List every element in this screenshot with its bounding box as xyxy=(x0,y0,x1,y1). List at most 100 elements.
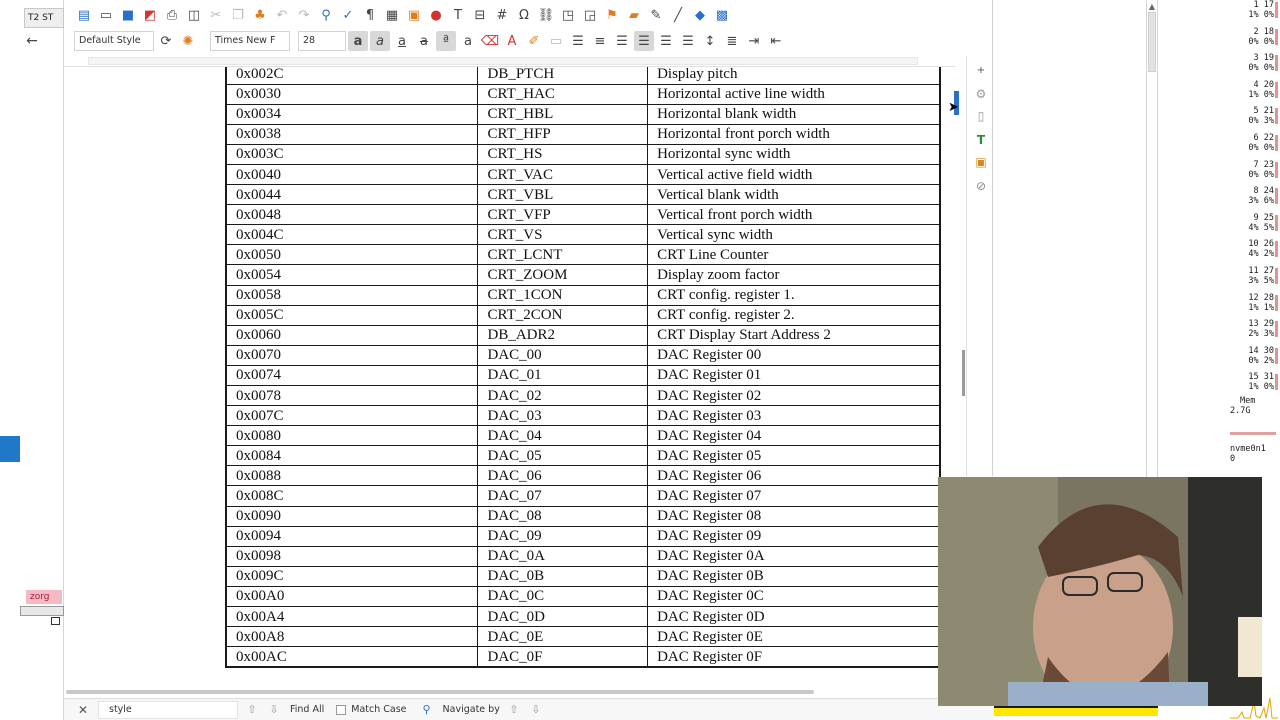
bold-icon[interactable]: a xyxy=(348,31,368,51)
register-name-cell[interactable]: DAC_08 xyxy=(477,506,649,527)
register-description-cell[interactable]: Display pitch xyxy=(647,67,942,85)
register-address-cell[interactable]: 0x0038 xyxy=(225,124,479,145)
register-description-cell[interactable]: DAC Register 00 xyxy=(647,345,942,366)
register-address-cell[interactable]: 0x0030 xyxy=(225,84,479,105)
register-address-cell[interactable]: 0x0078 xyxy=(225,385,479,407)
endnote-icon[interactable]: ◲ xyxy=(580,5,600,25)
clear-formatting-icon[interactable]: ⌫ xyxy=(480,31,500,51)
insert-field-icon[interactable]: # xyxy=(492,5,512,25)
register-address-cell[interactable]: 0x005C xyxy=(225,305,479,326)
register-description-cell[interactable]: DAC Register 0C xyxy=(647,586,942,608)
register-address-cell[interactable]: 0x007C xyxy=(225,405,479,427)
navigate-up-icon[interactable]: ⇧ xyxy=(506,703,522,716)
styles-icon[interactable]: T xyxy=(973,132,989,148)
register-address-cell[interactable]: 0x00A0 xyxy=(225,586,479,608)
gallery-icon[interactable]: ▣ xyxy=(973,154,989,170)
register-address-cell[interactable]: 0x00A4 xyxy=(225,606,479,628)
register-address-cell[interactable]: 0x00AC xyxy=(225,646,479,668)
numbered-list-icon[interactable]: ≡ xyxy=(590,31,610,51)
register-name-cell[interactable]: DAC_0D xyxy=(477,606,649,628)
find-replace-dialog-icon[interactable]: ⚲ xyxy=(419,703,435,716)
register-name-cell[interactable]: CRT_VAC xyxy=(477,164,649,186)
register-description-cell[interactable]: DAC Register 05 xyxy=(647,445,942,467)
footnote-icon[interactable]: ◳ xyxy=(558,5,578,25)
register-name-cell[interactable]: DAC_07 xyxy=(477,485,649,507)
character-shading-icon[interactable]: ▭ xyxy=(546,31,566,51)
register-name-cell[interactable]: DB_PTCH xyxy=(477,67,649,85)
register-description-cell[interactable]: DAC Register 03 xyxy=(647,405,942,427)
register-name-cell[interactable]: DAC_01 xyxy=(477,365,649,387)
register-address-cell[interactable]: 0x002C xyxy=(225,67,479,85)
comment-icon[interactable]: ▰ xyxy=(624,5,644,25)
cut-icon[interactable]: ✂ xyxy=(206,5,226,25)
decrease-indent-icon[interactable]: ⇤ xyxy=(766,31,786,51)
register-description-cell[interactable]: DAC Register 01 xyxy=(647,365,942,387)
find-replace-icon[interactable]: ⚲ xyxy=(316,5,336,25)
find-input[interactable]: style xyxy=(98,700,238,719)
register-name-cell[interactable]: CRT_HBL xyxy=(477,104,649,125)
register-address-cell[interactable]: 0x008C xyxy=(225,485,479,507)
terminal-scroll-thumb[interactable] xyxy=(1148,12,1156,72)
register-name-cell[interactable]: CRT_HAC xyxy=(477,84,649,105)
register-name-cell[interactable]: CRT_ZOOM xyxy=(477,264,649,286)
undo-icon[interactable]: ↶ xyxy=(272,5,292,25)
save-icon[interactable]: ■ xyxy=(118,5,138,25)
navigator-sidebar-icon[interactable]: ⊘ xyxy=(973,178,989,194)
line-spacing-icon[interactable]: ↕ xyxy=(700,31,720,51)
register-description-cell[interactable]: DAC Register 02 xyxy=(647,385,942,407)
register-address-cell[interactable]: 0x0098 xyxy=(225,546,479,567)
spelling-icon[interactable]: ✓ xyxy=(338,5,358,25)
register-address-cell[interactable]: 0x003C xyxy=(225,144,479,165)
insert-page-break-icon[interactable]: ⊟ xyxy=(470,5,490,25)
export-pdf-icon[interactable]: ◩ xyxy=(140,5,160,25)
register-description-cell[interactable]: Vertical active field width xyxy=(647,164,942,186)
redo-icon[interactable]: ↷ xyxy=(294,5,314,25)
register-address-cell[interactable]: 0x0050 xyxy=(225,244,479,266)
special-character-icon[interactable]: Ω xyxy=(514,5,534,25)
register-name-cell[interactable]: CRT_VBL xyxy=(477,184,649,206)
register-name-cell[interactable]: CRT_1CON xyxy=(477,285,649,306)
print-preview-icon[interactable]: ◫ xyxy=(184,5,204,25)
italic-icon[interactable]: a xyxy=(370,31,390,51)
navigate-down-icon[interactable]: ⇩ xyxy=(528,703,544,716)
register-description-cell[interactable]: DAC Register 06 xyxy=(647,465,942,487)
register-description-cell[interactable]: Vertical front porch width xyxy=(647,204,942,226)
taskbar-window-tab[interactable]: T2 ST xyxy=(24,8,64,28)
insert-line-icon[interactable]: ╱ xyxy=(668,5,688,25)
register-description-cell[interactable]: DAC Register 0A xyxy=(647,546,942,567)
document-page[interactable]: 0x002C DB_PTCH Display pitch 0x0030 CRT_HAC H… xyxy=(64,67,954,687)
page-icon[interactable]: ▯ xyxy=(973,108,989,124)
register-name-cell[interactable]: DAC_0E xyxy=(477,626,649,648)
register-address-cell[interactable]: 0x0058 xyxy=(225,285,479,306)
bullet-list-icon[interactable]: ☰ xyxy=(568,31,588,51)
taskbar-scroll[interactable] xyxy=(20,606,64,616)
register-description-cell[interactable]: Horizontal front porch width xyxy=(647,124,942,145)
register-name-cell[interactable]: CRT_HFP xyxy=(477,124,649,145)
find-next-icon[interactable]: ⇩ xyxy=(266,703,282,716)
register-description-cell[interactable]: Horizontal sync width xyxy=(647,144,942,165)
justify-icon[interactable]: ☰ xyxy=(678,31,698,51)
register-description-cell[interactable]: Vertical sync width xyxy=(647,224,942,246)
align-right-icon[interactable]: ☰ xyxy=(656,31,676,51)
register-description-cell[interactable]: CRT Line Counter xyxy=(647,244,942,266)
register-description-cell[interactable]: Display zoom factor xyxy=(647,264,942,286)
copy-icon[interactable]: ❐ xyxy=(228,5,248,25)
register-name-cell[interactable]: CRT_2CON xyxy=(477,305,649,326)
register-description-cell[interactable]: Horizontal blank width xyxy=(647,104,942,125)
paragraph-style-field[interactable]: Default Style xyxy=(74,31,154,51)
register-address-cell[interactable]: 0x009C xyxy=(225,566,479,587)
register-name-cell[interactable]: DAC_02 xyxy=(477,385,649,407)
register-description-cell[interactable]: DAC Register 0D xyxy=(647,606,942,628)
register-address-cell[interactable]: 0x0040 xyxy=(225,164,479,186)
basic-shapes-icon[interactable]: ◆ xyxy=(690,5,710,25)
underline-icon[interactable]: a xyxy=(392,31,412,51)
register-description-cell[interactable]: DAC Register 07 xyxy=(647,485,942,507)
print-icon[interactable]: ⎙ xyxy=(162,5,182,25)
formatting-marks-icon[interactable]: ¶ xyxy=(360,5,380,25)
register-address-cell[interactable]: 0x004C xyxy=(225,224,479,246)
register-name-cell[interactable]: DAC_05 xyxy=(477,445,649,467)
update-style-icon[interactable]: ⟳ xyxy=(156,31,176,51)
insert-textbox-icon[interactable]: T xyxy=(448,5,468,25)
close-icon[interactable]: ✕ xyxy=(74,703,92,717)
register-address-cell[interactable]: 0x0034 xyxy=(225,104,479,125)
